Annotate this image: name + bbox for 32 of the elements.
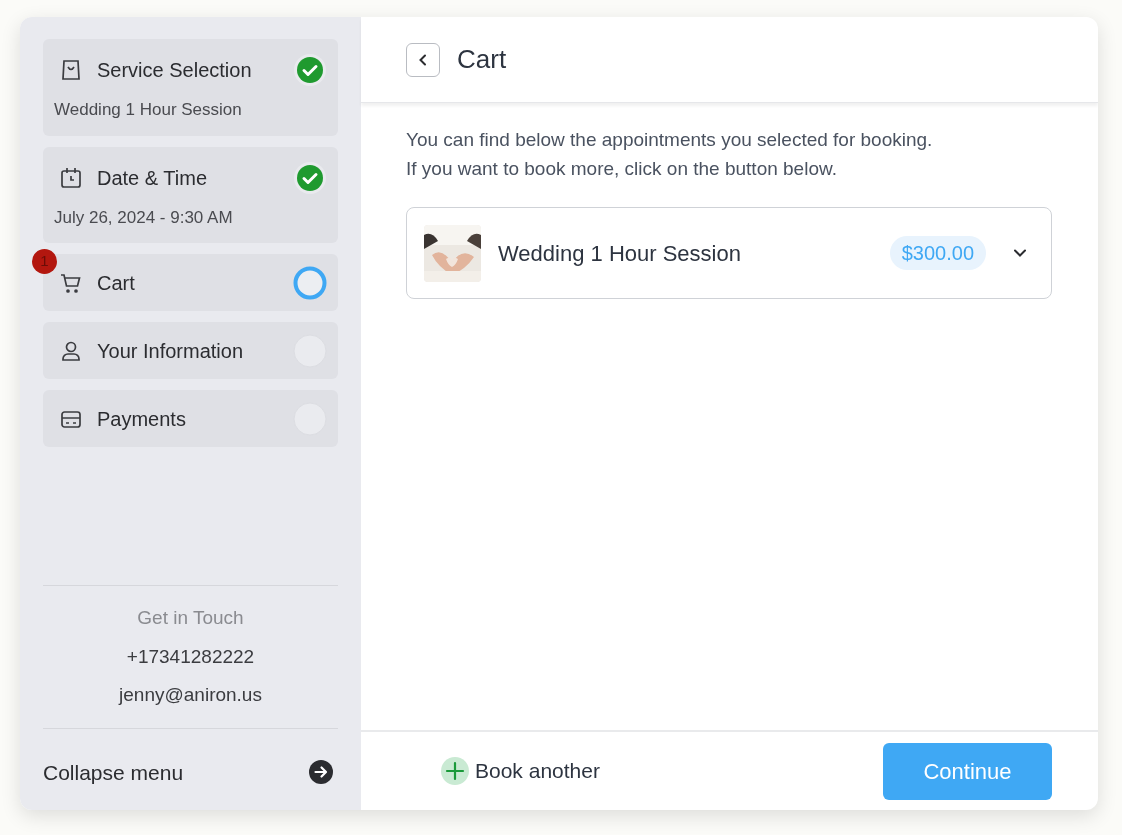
plus-icon	[441, 757, 469, 785]
step-item[interactable]: Date & Time July 26, 2024 - 9:30 AM	[43, 146, 338, 243]
intro-text: You can find below the appointments you selected for booking.	[406, 128, 934, 152]
book-another-button[interactable]: Book another	[441, 755, 600, 787]
price-tag: $300.00	[889, 236, 986, 270]
step-item[interactable]: Payments	[43, 390, 338, 447]
shopping-bag-icon	[60, 59, 82, 81]
step-label: Cart	[97, 270, 136, 296]
calendar-icon	[60, 166, 82, 189]
arrow-right-icon[interactable]	[309, 760, 333, 785]
appointment-card[interactable]: Wedding 1 Hour Session $300.00	[406, 207, 1052, 299]
step-label: Service Selection	[97, 58, 253, 83]
user-icon	[60, 339, 82, 362]
step-item[interactable]: Service Selection Wedding 1 Hour Session	[43, 39, 338, 136]
item-name: Wedding 1 Hour Session	[498, 239, 742, 268]
step-item[interactable]: Your Information	[43, 322, 338, 379]
contact-email: jenny@aniron.us	[119, 683, 262, 707]
back-button[interactable]	[406, 42, 440, 77]
chevron-left-icon	[418, 53, 428, 66]
count-badge: 1	[32, 249, 57, 274]
step-label: Date & Time	[97, 165, 209, 191]
chevron-icon[interactable]	[1013, 248, 1027, 258]
intro-text: If you want to book more, click on the button below.	[406, 157, 838, 181]
step-label: Your Information	[97, 338, 244, 364]
contact-phone: +17341282222	[126, 644, 255, 669]
step-label: Payments	[97, 406, 187, 432]
cart-icon	[60, 271, 82, 294]
contact-heading: Get in Touch	[137, 606, 244, 630]
step-detail: July 26, 2024 - 9:30 AM	[54, 206, 234, 229]
page-title: Cart	[457, 43, 507, 76]
collapse-menu-link[interactable]: Collapse menu	[43, 756, 184, 788]
step-detail: Wedding 1 Hour Session	[54, 99, 243, 121]
